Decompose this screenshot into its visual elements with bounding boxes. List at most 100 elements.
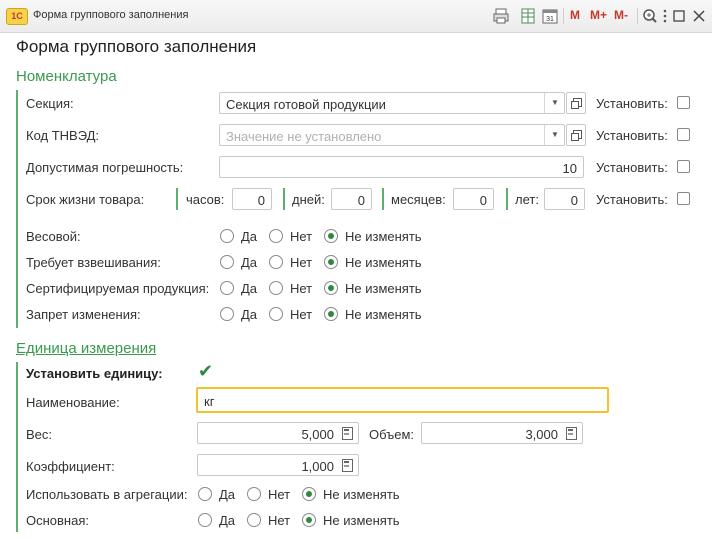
years-label: лет: [515, 192, 539, 207]
radio-yes-label[interactable]: Да [219, 487, 235, 502]
radio-no[interactable] [247, 487, 261, 501]
radio-keep-label[interactable]: Не изменять [345, 255, 422, 270]
section-value: Секция готовой продукции [226, 97, 386, 112]
radio-no-label[interactable]: Нет [290, 229, 312, 244]
set-label: Установить: [596, 192, 668, 207]
memory-button[interactable]: M [570, 8, 580, 22]
volume-value: 3,000 [525, 427, 558, 442]
radio-keep-label[interactable]: Не изменять [323, 513, 400, 528]
radio-yes-label[interactable]: Да [241, 281, 257, 296]
months-field[interactable]: 0 [453, 188, 494, 210]
radio-no[interactable] [269, 307, 283, 321]
radio-yes[interactable] [220, 307, 234, 321]
radio-keep[interactable] [324, 255, 338, 269]
hours-value: 0 [257, 193, 265, 208]
group-bar [16, 90, 18, 328]
weight-field[interactable]: 5,000 [197, 422, 359, 444]
unit-name-field[interactable]: кг [196, 387, 609, 413]
radio-keep-label[interactable]: Не изменять [345, 307, 422, 322]
coef-value: 1,000 [301, 459, 334, 474]
volume-field[interactable]: 3,000 [421, 422, 583, 444]
radio-yes[interactable] [220, 281, 234, 295]
radio-no[interactable] [247, 513, 261, 527]
radio-row-label: Сертифицируемая продукция: [26, 281, 210, 296]
set-label: Установить: [596, 160, 668, 175]
radio-yes[interactable] [220, 229, 234, 243]
tolerance-field[interactable]: 10 [219, 156, 584, 178]
radio-keep-label[interactable]: Не изменять [345, 229, 422, 244]
days-field[interactable]: 0 [331, 188, 372, 210]
section-field[interactable]: Секция готовой продукции ▼ [219, 92, 565, 114]
radio-yes-label[interactable]: Да [241, 229, 257, 244]
app-logo: 1С [6, 8, 28, 25]
years-value: 0 [570, 193, 578, 208]
tnved-field[interactable]: Значение не установлено ▼ [219, 124, 565, 146]
radio-no-label[interactable]: Нет [290, 255, 312, 270]
calendar-icon[interactable]: 31 [542, 7, 558, 25]
svg-text:31: 31 [546, 16, 554, 23]
years-field[interactable]: 0 [544, 188, 585, 210]
form-title: Форма группового заполнения [16, 37, 257, 56]
radio-yes-label[interactable]: Да [219, 513, 235, 528]
open-icon[interactable] [566, 92, 586, 114]
window-title: Форма группового заполнения [33, 9, 189, 21]
set-tnved-checkbox[interactable] [677, 128, 690, 141]
radio-keep[interactable] [302, 487, 316, 501]
radio-keep-label[interactable]: Не изменять [345, 281, 422, 296]
set-shelf-life-checkbox[interactable] [677, 192, 690, 205]
unit-name-label: Наименование: [26, 395, 120, 410]
radio-no[interactable] [269, 281, 283, 295]
set-tolerance-checkbox[interactable] [677, 160, 690, 173]
more-icon[interactable] [662, 7, 668, 25]
chevron-down-icon[interactable]: ▼ [544, 125, 565, 145]
radio-yes[interactable] [198, 513, 212, 527]
memory-minus-button[interactable]: M- [614, 8, 628, 22]
radio-no[interactable] [269, 255, 283, 269]
open-icon[interactable] [566, 124, 586, 146]
radio-yes-label[interactable]: Да [241, 255, 257, 270]
set-unit-label: Установить единицу: [26, 366, 163, 381]
weight-label: Вес: [26, 427, 53, 442]
radio-no-label[interactable]: Нет [290, 307, 312, 322]
radio-row-label: Весовой: [26, 229, 81, 244]
tolerance-label: Допустимая погрешность: [26, 160, 184, 175]
chevron-down-icon[interactable]: ▼ [544, 93, 565, 113]
close-icon[interactable] [692, 7, 706, 25]
group-title-nomenclature[interactable]: Номенклатура [16, 68, 117, 85]
months-label: месяцев: [391, 192, 446, 207]
calculator-icon[interactable] [340, 426, 354, 440]
hours-field[interactable]: 0 [232, 188, 272, 210]
radio-keep[interactable] [324, 307, 338, 321]
print-icon[interactable] [492, 7, 510, 25]
volume-label: Объем: [369, 427, 415, 442]
coef-field[interactable]: 1,000 [197, 454, 359, 476]
radio-row-label: Требует взвешивания: [26, 255, 161, 270]
group-bar [176, 188, 178, 210]
coef-label: Коэффициент: [26, 459, 115, 474]
radio-no[interactable] [269, 229, 283, 243]
radio-keep[interactable] [302, 513, 316, 527]
radio-keep[interactable] [324, 229, 338, 243]
group-title-unit[interactable]: Единица измерения [16, 340, 156, 357]
set-label: Установить: [596, 96, 668, 111]
group-bar [16, 362, 18, 532]
radio-yes[interactable] [198, 487, 212, 501]
calculator-icon[interactable] [564, 426, 578, 440]
radio-yes[interactable] [220, 255, 234, 269]
radio-no-label[interactable]: Нет [290, 281, 312, 296]
table-icon[interactable] [520, 7, 536, 25]
calculator-icon[interactable] [340, 458, 354, 472]
radio-keep[interactable] [324, 281, 338, 295]
tnved-label: Код ТНВЭД: [26, 128, 100, 143]
memory-plus-button[interactable]: M+ [590, 8, 607, 22]
tolerance-value: 10 [562, 161, 577, 176]
set-unit-checkbox[interactable]: ✔ [198, 362, 213, 380]
radio-yes-label[interactable]: Да [241, 307, 257, 322]
weight-value: 5,000 [301, 427, 334, 442]
radio-no-label[interactable]: Нет [268, 513, 290, 528]
radio-no-label[interactable]: Нет [268, 487, 290, 502]
set-section-checkbox[interactable] [677, 96, 690, 109]
radio-keep-label[interactable]: Не изменять [323, 487, 400, 502]
maximize-icon[interactable] [672, 7, 686, 25]
zoom-icon[interactable] [642, 7, 658, 25]
